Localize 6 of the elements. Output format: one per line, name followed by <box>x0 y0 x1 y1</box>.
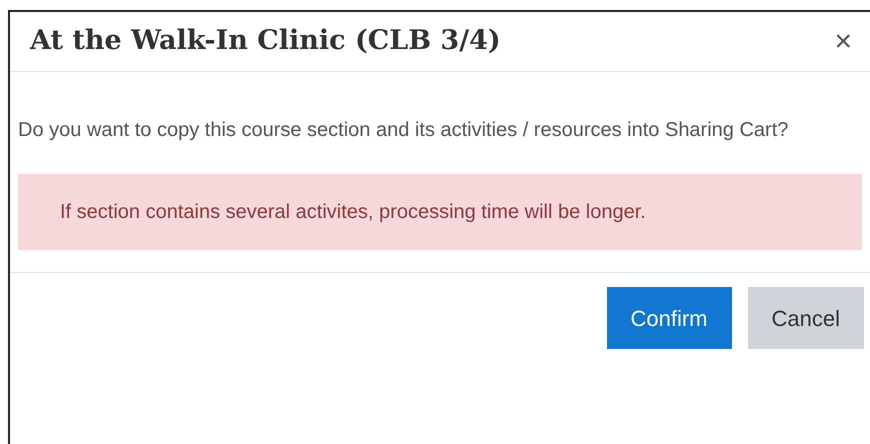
warning-alert: If section contains several activites, processing time will be longer. <box>18 174 862 250</box>
confirmation-message: Do you want to copy this course section and its activities / resources into Sharing Cart? <box>18 118 790 143</box>
dialog-title: At the Walk-In Clinic (CLB 3/4) <box>30 24 501 58</box>
close-button[interactable]: × <box>826 26 860 56</box>
confirm-button[interactable]: Confirm <box>606 287 732 349</box>
cancel-button[interactable]: Cancel <box>748 287 864 349</box>
